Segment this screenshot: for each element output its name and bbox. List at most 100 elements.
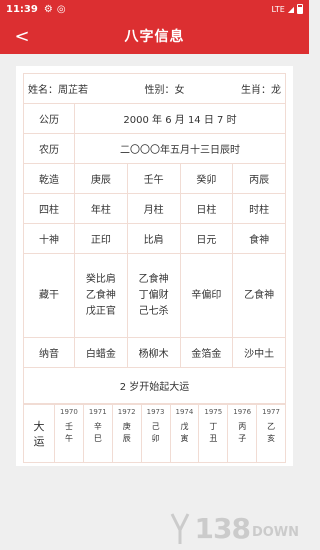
gongli-label: 公历: [23, 103, 75, 134]
canggan-cell: 癸比肩 乙食神 戊正官: [74, 253, 128, 338]
sizhu-cell: 年柱: [74, 193, 128, 224]
dayun-year: 1973: [146, 408, 165, 416]
qianzao-label: 乾造: [23, 163, 75, 194]
dayun-zhi: 子: [238, 434, 247, 443]
status-bar: 11:39 ⚙ ◎ LTE ◢: [0, 0, 309, 18]
nongli-row: 农历 二〇〇〇年五月十三日辰时: [23, 133, 286, 164]
dayun-cell: 1972 庚辰: [111, 404, 142, 463]
dayun-gan: 乙: [267, 422, 276, 431]
shishen-cell: 食神: [232, 223, 286, 254]
dayun-zhi: 卯: [151, 434, 160, 443]
watermark-logo-icon: [171, 513, 190, 544]
gender-text: 性别：女: [144, 85, 185, 96]
dayun-gan: 丁: [209, 422, 218, 431]
dayun-gan: 辛: [93, 422, 102, 431]
dayun-cell: 1977 乙亥: [256, 404, 286, 463]
watermark: 138 DOWN: [170, 510, 299, 546]
nongli-value: 二〇〇〇年五月十三日辰时: [74, 133, 286, 164]
title-bar: < 八字信息: [0, 18, 309, 54]
start-row: 2 岁开始起大运: [23, 367, 286, 404]
status-time: 11:39: [6, 3, 38, 15]
watermark-number: 138: [194, 511, 250, 545]
canggan-item: 乙食神: [138, 273, 169, 285]
bazi-table: 姓名：周芷若 性别：女 生肖：龙 公历 2000 年 6 月 14 日 7 时 …: [23, 73, 286, 404]
dayun-zhi: 午: [64, 434, 73, 443]
dayun-gan: 己: [151, 422, 160, 431]
dayun-zhi: 丑: [209, 434, 218, 443]
dayun-gan: 壬: [64, 422, 73, 431]
shishen-label: 十神: [23, 223, 75, 254]
canggan-item: 乙食神: [244, 289, 275, 301]
canggan-cell: 乙食神: [232, 253, 286, 338]
dayun-table: 大 运 1970 壬午 1971 辛巳 1972 庚辰 1973 己卯 1974 戊寅 1…: [23, 404, 286, 463]
dayun-zhi: 亥: [267, 434, 276, 443]
shishen-cell: 日元: [179, 223, 234, 254]
canggan-item: 戊正官: [85, 305, 116, 317]
nayin-label: 纳音: [23, 337, 75, 368]
shishen-cell: 正印: [74, 223, 128, 254]
dayun-gan: 庚: [122, 422, 131, 431]
dayun-cell: 1971 辛巳: [82, 404, 113, 463]
dayun-zhi: 巳: [93, 434, 102, 443]
dayun-year: 1971: [88, 408, 107, 416]
nayin-cell: 杨柳木: [126, 337, 181, 368]
dayun-year: 1974: [175, 408, 194, 416]
dayun-cell: 1973 己卯: [140, 404, 171, 463]
qianzao-cell: 庚辰: [74, 163, 128, 194]
sizhu-cell: 日柱: [179, 193, 234, 224]
canggan-item: 癸比肩: [85, 273, 116, 285]
dayun-year: 1976: [233, 408, 252, 416]
qianzao-cell: 丙辰: [232, 163, 286, 194]
start-text: 2 岁开始起大运: [23, 367, 286, 404]
bazi-card: 姓名：周芷若 性别：女 生肖：龙 公历 2000 年 6 月 14 日 7 时 …: [16, 66, 293, 466]
back-icon[interactable]: <: [12, 24, 32, 48]
canggan-cell: 辛偏印: [179, 253, 234, 338]
canggan-cell: 乙食神 丁偏财 己七杀: [126, 253, 181, 338]
dayun-gan: 丙: [238, 422, 247, 431]
nayin-row: 纳音 白蜡金 杨柳木 金箔金 沙中土: [23, 337, 286, 368]
dayun-cell: 1976 丙子: [227, 404, 258, 463]
page-title: 八字信息: [124, 29, 185, 45]
canggan-item: 己七杀: [138, 305, 169, 317]
dayun-gan: 戊: [180, 422, 189, 431]
dayun-year: 1975: [204, 408, 223, 416]
signal-icon: ◢: [287, 4, 294, 14]
qianzao-cell: 壬午: [126, 163, 181, 194]
qianzao-cell: 癸卯: [179, 163, 234, 194]
dayun-cell: 1974 戊寅: [169, 404, 200, 463]
dayun-year: 1972: [117, 408, 136, 416]
dayun-year: 1977: [262, 408, 280, 416]
info-row: 姓名：周芷若 性别：女 生肖：龙: [23, 73, 286, 104]
app-notification-icon: ◎: [56, 3, 66, 15]
network-label: LTE: [271, 4, 285, 14]
shishen-row: 十神 正印 比肩 日元 食神: [23, 223, 286, 254]
nayin-cell: 金箔金: [179, 337, 234, 368]
canggan-item: 辛偏印: [191, 289, 222, 301]
canggan-item: 丁偏财: [138, 289, 169, 301]
zodiac-text: 生肖：龙: [241, 85, 281, 96]
sizhu-cell: 时柱: [232, 193, 286, 224]
canggan-label: 藏干: [23, 253, 75, 338]
qianzao-row: 乾造 庚辰 壬午 癸卯 丙辰: [23, 163, 286, 194]
dayun-row: 大 运 1970 壬午 1971 辛巳 1972 庚辰 1973 己卯 1974 戊寅 1…: [23, 404, 286, 463]
dayun-label: 大 运: [23, 404, 55, 463]
sizhu-label: 四柱: [23, 193, 75, 224]
settings-icon: ⚙: [43, 3, 53, 15]
battery-icon: [297, 4, 303, 14]
sizhu-cell: 月柱: [126, 193, 181, 224]
name-text: 姓名：周芷若: [28, 85, 88, 96]
watermark-text: DOWN: [251, 524, 299, 540]
gongli-row: 公历 2000 年 6 月 14 日 7 时: [23, 103, 286, 134]
nayin-cell: 白蜡金: [74, 337, 128, 368]
sizhu-row: 四柱 年柱 月柱 日柱 时柱: [23, 193, 286, 224]
dayun-zhi: 寅: [180, 434, 189, 443]
shishen-cell: 比肩: [126, 223, 181, 254]
dayun-cell: 1970 壬午: [54, 404, 84, 463]
dayun-zhi: 辰: [122, 434, 131, 443]
canggan-item: 乙食神: [85, 289, 116, 301]
dayun-cell: 1975 丁丑: [198, 404, 229, 463]
nongli-label: 农历: [23, 133, 75, 164]
nayin-cell: 沙中土: [232, 337, 286, 368]
gongli-value: 2000 年 6 月 14 日 7 时: [74, 103, 286, 134]
canggan-row: 藏干 癸比肩 乙食神 戊正官 乙食神 丁偏财 己七杀 辛偏印 乙食神: [23, 253, 286, 338]
